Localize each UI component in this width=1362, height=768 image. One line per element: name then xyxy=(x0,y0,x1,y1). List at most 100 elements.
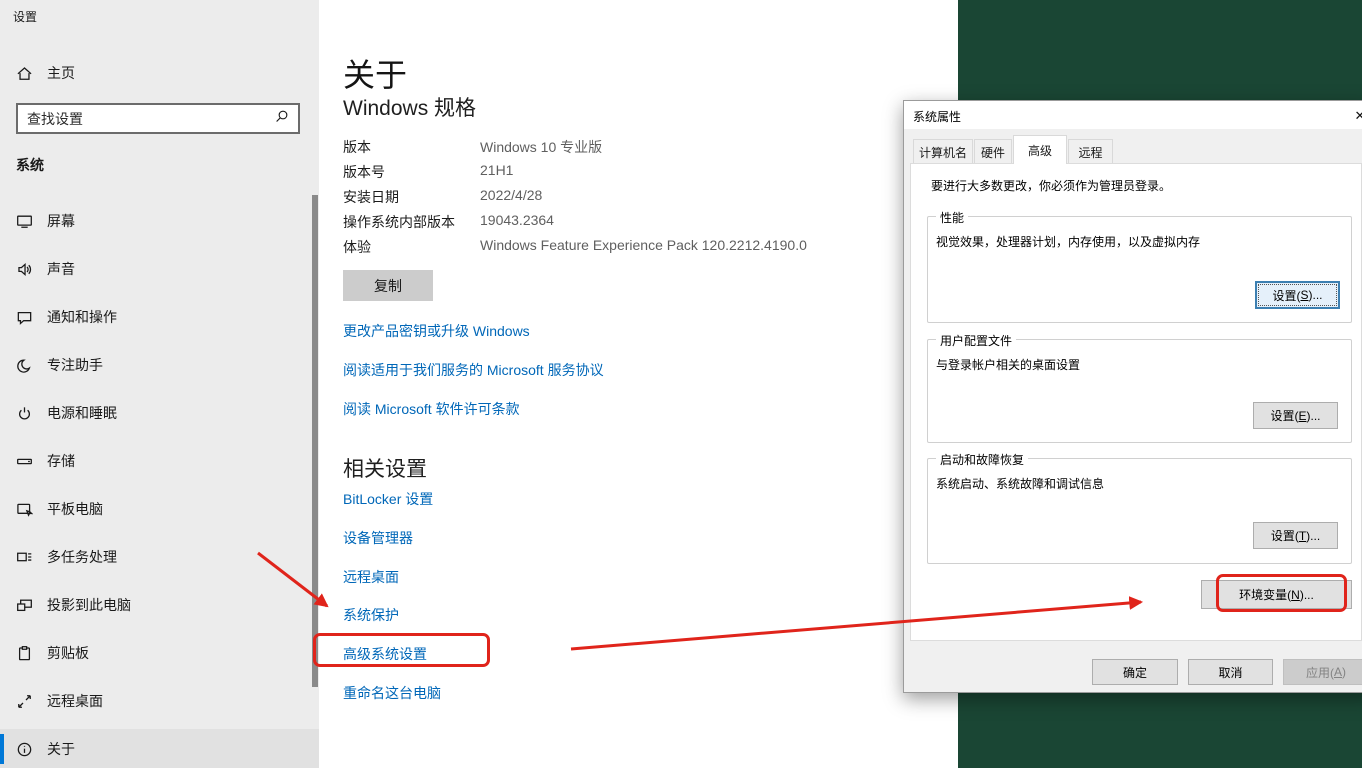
ok-button[interactable]: 确定 xyxy=(1092,659,1178,685)
user-profiles-group: 用户配置文件 与登录帐户相关的桌面设置 设置(E)... xyxy=(927,339,1352,443)
spec-value: Windows Feature Experience Pack 120.2212… xyxy=(480,237,807,262)
spec-row: 版本号 21H1 xyxy=(343,162,903,187)
link-advanced-system-settings[interactable]: 高级系统设置 xyxy=(343,644,427,664)
dialog-close-button[interactable]: ✕ xyxy=(1348,106,1362,126)
environment-variables-button[interactable]: 环境变量(N)... xyxy=(1201,580,1352,609)
link-device-manager[interactable]: 设备管理器 xyxy=(343,528,413,548)
group-title: 性能 xyxy=(936,209,968,226)
sidebar-item-label: 存储 xyxy=(47,451,75,471)
sidebar-item-home[interactable]: 主页 xyxy=(0,56,319,90)
copy-button[interactable]: 复制 xyxy=(343,270,433,301)
display-icon xyxy=(15,212,33,230)
search-box xyxy=(16,103,300,134)
sidebar-item-label: 专注助手 xyxy=(47,355,103,375)
sidebar-item-storage[interactable]: 存储 xyxy=(0,441,319,481)
performance-group: 性能 视觉效果，处理器计划，内存使用，以及虚拟内存 设置(S)... xyxy=(927,216,1352,323)
group-description: 视觉效果，处理器计划，内存使用，以及虚拟内存 xyxy=(936,233,1200,250)
group-description: 系统启动、系统故障和调试信息 xyxy=(936,475,1104,492)
startup-recovery-settings-button[interactable]: 设置(T)... xyxy=(1253,522,1338,549)
tab-computer-name[interactable]: 计算机名 xyxy=(913,139,973,164)
performance-settings-button[interactable]: 设置(S)... xyxy=(1255,281,1340,309)
spec-row: 安装日期 2022/4/28 xyxy=(343,187,903,212)
sidebar-item-label: 剪贴板 xyxy=(47,643,89,663)
spec-label: 体验 xyxy=(343,237,480,262)
page-title: 关于 xyxy=(343,50,407,96)
spec-row: 体验 Windows Feature Experience Pack 120.2… xyxy=(343,237,903,262)
sidebar-item-label: 投影到此电脑 xyxy=(47,595,131,615)
sidebar-item-label: 通知和操作 xyxy=(47,307,117,327)
spec-value: 21H1 xyxy=(480,162,513,187)
dialog-title: 系统属性 xyxy=(913,108,961,125)
settings-window: 设置 – ☐ ✕ 主页 系统 屏幕 声音 通知和操作 专注助手 xyxy=(0,0,958,768)
spec-value: Windows 10 专业版 xyxy=(480,137,602,162)
moon-icon xyxy=(15,356,33,374)
startup-recovery-group: 启动和故障恢复 系统启动、系统故障和调试信息 设置(T)... xyxy=(927,458,1352,564)
spec-label: 操作系统内部版本 xyxy=(343,212,480,237)
link-remote-desktop[interactable]: 远程桌面 xyxy=(343,567,399,587)
sidebar-scrollbar[interactable] xyxy=(312,195,318,687)
tab-hardware[interactable]: 硬件 xyxy=(974,139,1012,164)
multitasking-icon xyxy=(15,548,33,566)
sidebar-item-projecting[interactable]: 投影到此电脑 xyxy=(0,585,319,625)
sidebar-item-about[interactable]: 关于 xyxy=(0,729,319,768)
spec-row: 操作系统内部版本 19043.2364 xyxy=(343,212,903,237)
spec-label: 版本号 xyxy=(343,162,480,187)
sidebar-item-label: 多任务处理 xyxy=(47,547,117,567)
link-services-agreement[interactable]: 阅读适用于我们服务的 Microsoft 服务协议 xyxy=(343,360,604,380)
sidebar-item-label: 电源和睡眠 xyxy=(47,403,117,423)
notifications-icon xyxy=(15,308,33,326)
tablet-icon xyxy=(15,500,33,518)
windows-spec-heading: Windows 规格 xyxy=(343,92,476,122)
sidebar-item-label: 平板电脑 xyxy=(47,499,103,519)
sidebar-item-label: 屏幕 xyxy=(47,211,75,231)
spec-value: 2022/4/28 xyxy=(480,187,542,212)
selected-indicator xyxy=(0,734,4,764)
link-rename-pc[interactable]: 重命名这台电脑 xyxy=(343,683,441,703)
sidebar-item-notifications[interactable]: 通知和操作 xyxy=(0,297,319,337)
sidebar-item-power-sleep[interactable]: 电源和睡眠 xyxy=(0,393,319,433)
group-description: 与登录帐户相关的桌面设置 xyxy=(936,356,1080,373)
about-page: 关于 Windows 规格 版本 Windows 10 专业版 版本号 21H1… xyxy=(319,0,958,768)
remote-desktop-icon xyxy=(15,692,33,710)
link-bitlocker[interactable]: BitLocker 设置 xyxy=(343,489,433,509)
spec-value: 19043.2364 xyxy=(480,212,554,237)
sidebar-item-focus-assist[interactable]: 专注助手 xyxy=(0,345,319,385)
group-title: 用户配置文件 xyxy=(936,332,1016,349)
projecting-icon xyxy=(15,596,33,614)
storage-icon xyxy=(15,452,33,470)
info-icon xyxy=(15,740,33,758)
app-title: 设置 xyxy=(13,8,37,25)
sidebar-item-display[interactable]: 屏幕 xyxy=(0,201,319,241)
sidebar-item-sound[interactable]: 声音 xyxy=(0,249,319,289)
admin-note: 要进行大多数更改，你必须作为管理员登录。 xyxy=(931,177,1171,194)
apply-button[interactable]: 应用(A) xyxy=(1283,659,1362,685)
home-icon xyxy=(15,64,33,82)
spec-label: 安装日期 xyxy=(343,187,480,212)
link-system-protection[interactable]: 系统保护 xyxy=(343,605,399,625)
related-settings-heading: 相关设置 xyxy=(343,453,427,483)
sidebar-item-label: 声音 xyxy=(47,259,75,279)
sidebar-item-label: 远程桌面 xyxy=(47,691,103,711)
cancel-button[interactable]: 取消 xyxy=(1188,659,1273,685)
tab-advanced[interactable]: 高级 xyxy=(1013,135,1067,164)
user-profiles-settings-button[interactable]: 设置(E)... xyxy=(1253,402,1338,429)
sidebar-item-clipboard[interactable]: 剪贴板 xyxy=(0,633,319,673)
spec-row: 版本 Windows 10 专业版 xyxy=(343,137,903,162)
sidebar-home-label: 主页 xyxy=(47,63,75,83)
sidebar-item-tablet[interactable]: 平板电脑 xyxy=(0,489,319,529)
spec-label: 版本 xyxy=(343,137,480,162)
sidebar-item-remote-desktop[interactable]: 远程桌面 xyxy=(0,681,319,721)
tab-remote[interactable]: 远程 xyxy=(1068,139,1113,164)
sound-icon xyxy=(15,260,33,278)
sidebar-item-label: 关于 xyxy=(47,739,75,759)
link-change-product-key[interactable]: 更改产品密钥或升级 Windows xyxy=(343,321,530,341)
group-title: 启动和故障恢复 xyxy=(936,451,1028,468)
search-icon xyxy=(274,109,289,129)
power-icon xyxy=(15,404,33,422)
link-license-terms[interactable]: 阅读 Microsoft 软件许可条款 xyxy=(343,399,520,419)
sidebar-item-multitasking[interactable]: 多任务处理 xyxy=(0,537,319,577)
dialog-titlebar: 系统属性 ✕ xyxy=(904,101,1362,129)
sidebar-section-title: 系统 xyxy=(16,155,44,175)
search-input[interactable] xyxy=(18,111,274,127)
system-properties-dialog: 系统属性 ✕ 计算机名 硬件 高级 远程 要进行大多数更改，你必须作为管理员登录… xyxy=(903,100,1362,693)
